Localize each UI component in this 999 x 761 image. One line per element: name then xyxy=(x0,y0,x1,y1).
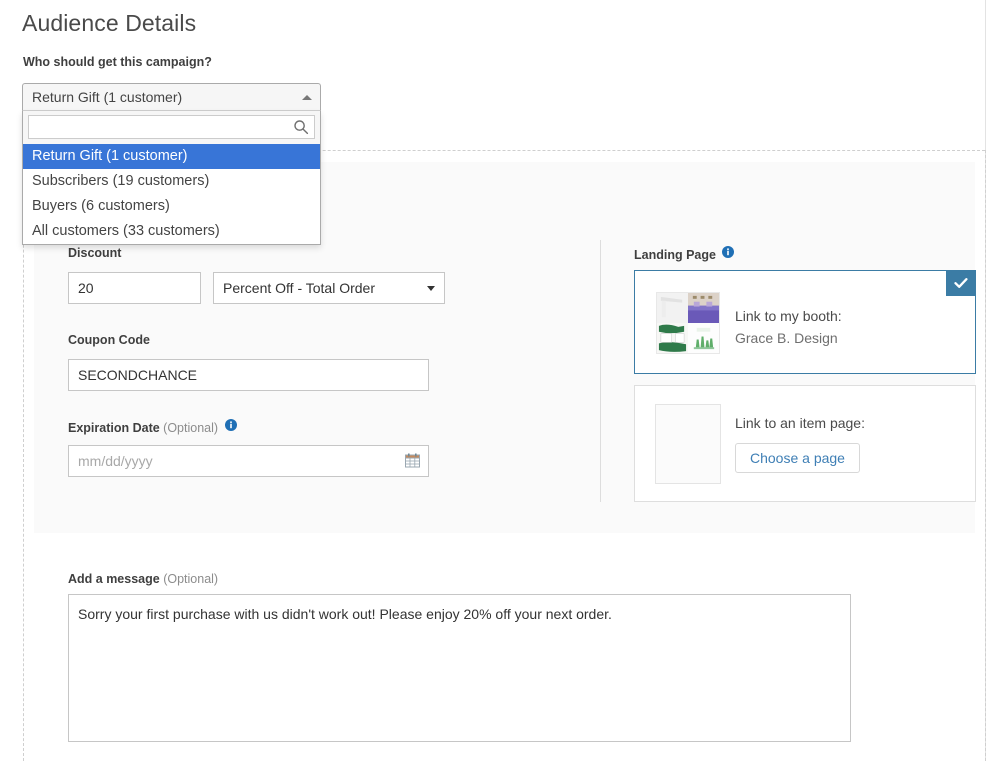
audience-option-1[interactable]: Subscribers (19 customers) xyxy=(23,169,320,194)
booth-name: Grace B. Design xyxy=(735,330,838,346)
message-textarea[interactable] xyxy=(68,594,851,742)
info-icon[interactable] xyxy=(722,246,735,258)
page-card: Audience Details Who should get this cam… xyxy=(0,0,986,761)
add-message-label: Add a message (Optional) xyxy=(68,572,218,586)
thumb-cell-2 xyxy=(688,293,719,323)
audience-option-2[interactable]: Buyers (6 customers) xyxy=(23,194,320,219)
thumb-cell-4 xyxy=(688,323,719,353)
thumb-cell-3 xyxy=(657,323,688,353)
discount-type-value: Percent Off - Total Order xyxy=(223,280,375,296)
expiration-date-label: Expiration Date (Optional) xyxy=(68,419,237,435)
booth-thumbnail xyxy=(656,292,720,354)
audience-search-input[interactable] xyxy=(29,116,314,138)
panel-vertical-divider xyxy=(600,240,601,502)
chevron-down-icon xyxy=(427,285,435,291)
chevron-up-icon xyxy=(302,94,312,100)
audience-select-dropdown: Return Gift (1 customer) Subscribers (19… xyxy=(22,111,321,245)
booth-link-title: Link to my booth: xyxy=(735,308,842,324)
audience-question-label: Who should get this campaign? xyxy=(23,55,212,69)
coupon-code-input[interactable] xyxy=(68,359,429,391)
expiration-date-field xyxy=(68,445,429,477)
discount-type-select[interactable]: Percent Off - Total Order xyxy=(213,272,445,304)
audience-option-3[interactable]: All customers (33 customers) xyxy=(23,219,320,244)
thumb-cell-1 xyxy=(657,293,688,323)
landing-page-label: Landing Page xyxy=(634,246,735,262)
landing-page-option-booth[interactable]: Link to my booth: Grace B. Design xyxy=(634,270,976,374)
landing-page-option-item[interactable]: Link to an item page: Choose a page xyxy=(634,385,976,502)
info-icon[interactable] xyxy=(224,419,237,431)
item-page-thumbnail-placeholder xyxy=(655,404,721,484)
discount-label: Discount xyxy=(68,246,122,260)
expiration-date-text: Expiration Date xyxy=(68,421,160,435)
audience-option-0[interactable]: Return Gift (1 customer) xyxy=(23,144,320,169)
expiration-optional-note: (Optional) xyxy=(163,421,219,435)
audience-selected-value: Return Gift (1 customer) xyxy=(32,89,183,105)
audience-search-field xyxy=(28,115,315,139)
audience-select-head[interactable]: Return Gift (1 customer) xyxy=(22,83,321,111)
coupon-code-label: Coupon Code xyxy=(68,333,150,347)
expiration-date-input[interactable] xyxy=(68,445,429,477)
audience-select: Return Gift (1 customer) Return Gift (1 … xyxy=(22,83,321,245)
audience-search-row xyxy=(23,111,320,144)
discount-amount-input[interactable] xyxy=(68,272,201,304)
section-divider-right xyxy=(985,150,986,761)
item-page-link-title: Link to an item page: xyxy=(735,415,865,431)
choose-a-page-button[interactable]: Choose a page xyxy=(735,443,860,473)
check-icon xyxy=(946,270,976,296)
audience-option-list: Return Gift (1 customer) Subscribers (19… xyxy=(23,144,320,244)
add-message-text: Add a message xyxy=(68,572,160,586)
page-title: Audience Details xyxy=(22,10,197,36)
add-message-optional-note: (Optional) xyxy=(163,572,219,586)
landing-page-text: Landing Page xyxy=(634,248,716,262)
